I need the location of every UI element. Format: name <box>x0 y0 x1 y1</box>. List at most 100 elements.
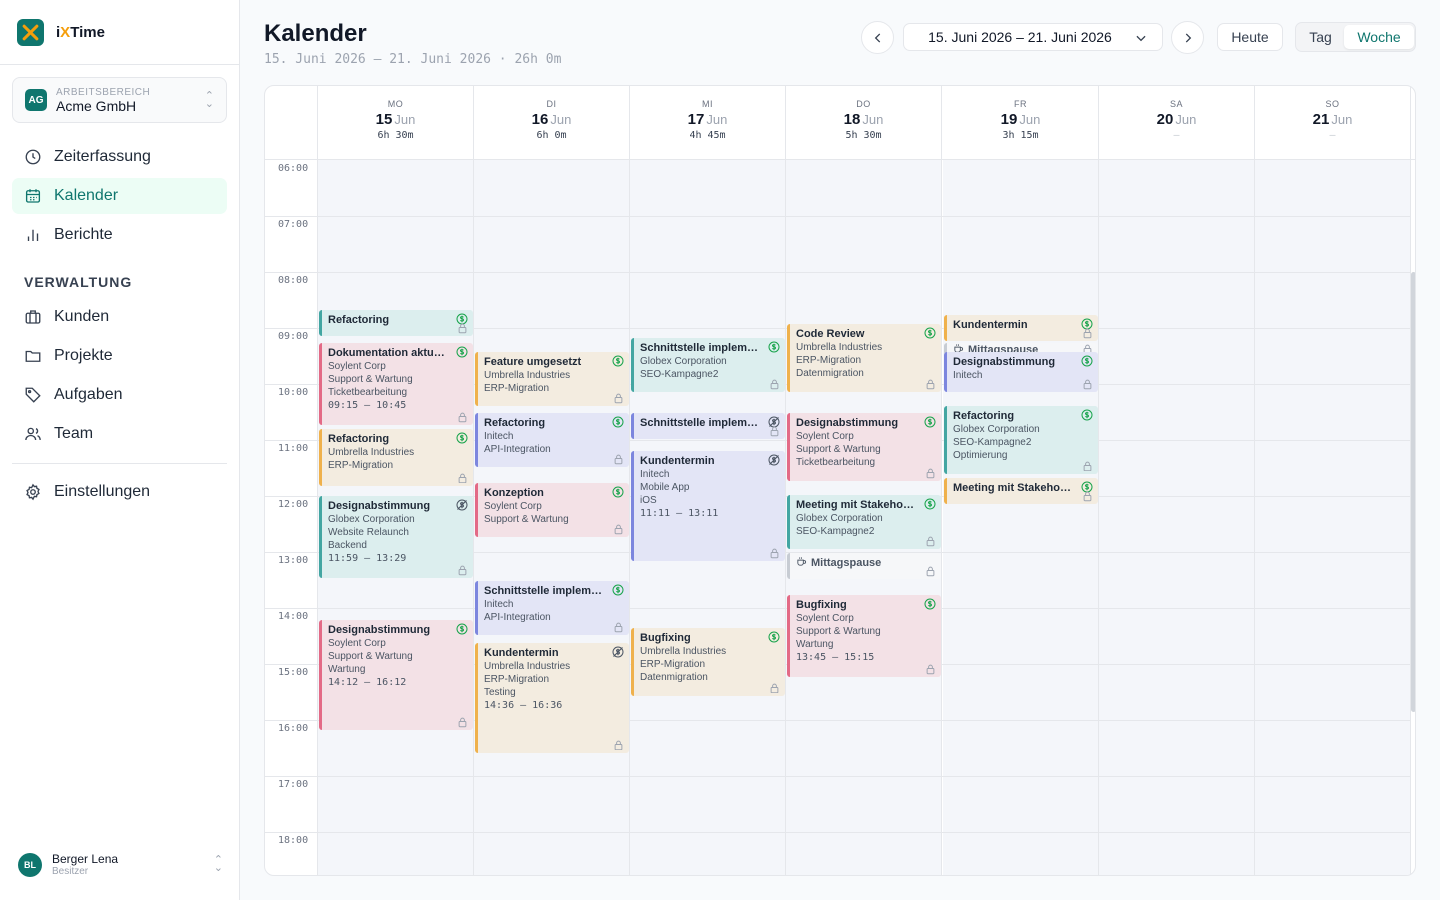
calendar-event[interactable]: Schnittstelle implementieren Initech API-I… <box>475 581 629 635</box>
day-number: 17 Jun <box>630 111 785 128</box>
calendar-event[interactable]: Konzeption Soylent Corp Support & Wartung <box>475 483 629 537</box>
event-detail: Datenmigration <box>640 671 708 683</box>
nav-team[interactable]: Team <box>12 416 227 452</box>
calendar-event[interactable]: Kundentermin Umbrella Industries ERP-Migra… <box>475 642 629 753</box>
clock-icon <box>25 149 41 165</box>
nav-label: Team <box>54 425 94 442</box>
calendar-event[interactable]: Bugfixing Umbrella Industries ERP-Migratio… <box>631 627 785 696</box>
event-title: Refactoring <box>484 417 546 429</box>
hour-line <box>265 272 1411 273</box>
day-header[interactable]: SA 20 Jun – <box>1099 86 1255 159</box>
calendar-event[interactable]: Refactoring Globex Corporation SEO-Kampagn… <box>944 405 1098 474</box>
calendar-event[interactable]: Meeting mit Stakeholdern Globex Corporati… <box>787 495 941 550</box>
event-title: Schnittstelle implementieren <box>484 585 605 597</box>
billable-icon <box>924 498 936 510</box>
lock-icon <box>1083 461 1092 471</box>
nav-label: Aufgaben <box>54 386 123 403</box>
hour-label: 12:00 <box>278 499 309 510</box>
calendar-event[interactable]: Designabstimmung Soylent Corp Support & Wa… <box>319 620 473 731</box>
today-button[interactable]: Heute <box>1217 23 1283 51</box>
calendar-event[interactable]: Refactoring <box>319 310 473 337</box>
day-of-week: MI <box>702 99 713 109</box>
event-detail: iOS <box>640 495 657 507</box>
calendar-event[interactable]: Refactoring Initech API-Integration <box>475 413 629 467</box>
event-detail: Support & Wartung <box>796 626 881 637</box>
calendar-event[interactable]: Dokumentation aktualisieren Soylent Corp S… <box>319 343 473 425</box>
next-week-button[interactable] <box>1171 21 1204 54</box>
billable-icon <box>612 416 624 428</box>
hour-label: 10:00 <box>278 387 309 398</box>
event-detail: Soylent Corp <box>796 613 854 624</box>
day-month: Jun <box>394 112 416 127</box>
hour-label: 07:00 <box>278 219 309 230</box>
calendar-event[interactable]: Mittagspause <box>787 553 941 579</box>
user-role: Besitzer <box>52 866 89 877</box>
billable-icon <box>1081 355 1093 367</box>
nav-berichte[interactable]: Berichte <box>12 217 227 253</box>
nav-projekte[interactable]: Projekte <box>12 338 227 374</box>
event-title: Refactoring <box>328 432 390 445</box>
sidebar: iXTime AG ARBEITSBEREICH Acme GmbH ⌃ ⌄ Ze… <box>0 0 240 900</box>
scrollbar[interactable] <box>1411 272 1415 712</box>
calendar-event[interactable]: Designabstimmung Soylent Corp Support & Wa… <box>787 413 941 481</box>
event-title: Bugfixing <box>796 599 847 611</box>
event-title: Schnittstelle implementieren <box>640 417 761 429</box>
calendar-event[interactable]: Code Review Umbrella Industries ERP-Migrat… <box>787 324 941 393</box>
nav-kunden[interactable]: Kunden <box>12 299 227 335</box>
brand[interactable]: iXTime <box>0 0 239 65</box>
lock-icon <box>458 412 467 423</box>
view-day-tab[interactable]: Tag <box>1300 25 1341 49</box>
calendar-event[interactable]: Kundentermin <box>944 315 1098 341</box>
event-detail: Support & Wartung <box>328 374 413 385</box>
day-column[interactable] <box>1255 160 1411 875</box>
hour-label: 17:00 <box>278 779 309 790</box>
day-total: 6h 30m <box>377 130 414 141</box>
day-column[interactable] <box>943 160 1099 875</box>
nav-aufgaben[interactable]: Aufgaben <box>12 377 227 413</box>
day-header[interactable]: DO 18 Jun 5h 30m <box>786 86 942 159</box>
day-date: 17 <box>687 111 705 128</box>
date-range-picker[interactable]: 15. Juni 2026 – 21. Juni 2026 <box>903 23 1163 51</box>
nav-label: Projekte <box>54 347 113 364</box>
nav-kalender[interactable]: Kalender <box>12 178 227 214</box>
hour-line <box>265 776 1411 777</box>
calendar-event[interactable]: Schnittstelle implementierenGlobex Corpo… <box>631 338 785 393</box>
event-detail: ERP-Migration <box>484 673 550 685</box>
day-column[interactable] <box>1099 160 1255 875</box>
billable-icon <box>456 623 468 635</box>
calendar-event[interactable]: Kundentermin Initech Mobile App iOS 11:11 – … <box>631 451 785 562</box>
calendar-event[interactable]: Meeting mit Stakeholdern <box>944 478 1098 505</box>
event-detail: Wartung <box>796 639 834 650</box>
event-title: Meeting mit Stakeholdern <box>796 499 917 512</box>
calendar-event[interactable]: Refactoring Umbrella Industries ERP-Migrat… <box>319 428 473 486</box>
day-header[interactable]: FR 19 Jun 3h 15m <box>943 86 1099 159</box>
billable-icon <box>924 416 936 428</box>
day-month: Jun <box>1331 112 1353 127</box>
section-heading-verwaltung: VERWALTUNG <box>24 274 133 290</box>
user-menu[interactable]: BL Berger Lena Besitzer ⌃ ⌄ <box>18 852 223 877</box>
billable-icon <box>768 631 780 643</box>
date-range-label: 15. Juni 2026 – 21. Juni 2026 <box>928 29 1112 45</box>
hour-line <box>265 216 1411 217</box>
view-switcher: Tag Woche <box>1295 22 1416 52</box>
calendar-event[interactable]: Designabstimmung Globex Corporation Websit… <box>319 496 473 579</box>
event-title: Designabstimmung <box>796 417 899 429</box>
day-header[interactable]: DI 16 Jun 6h 0m <box>474 86 630 159</box>
day-of-week: SO <box>1325 99 1340 109</box>
calendar-event[interactable]: Bugfixing Soylent Corp Support & Wartung Wa… <box>787 595 941 677</box>
day-header[interactable]: MO 15 Jun 6h 30m <box>318 86 474 159</box>
view-week-tab[interactable]: Woche <box>1344 25 1414 49</box>
day-header[interactable]: MI 17 Jun 4h 45m <box>630 86 786 159</box>
calendar-event[interactable]: Feature umgesetzt Umbrella Industries ERP-… <box>475 352 629 407</box>
event-detail: Datenmigration <box>796 368 864 380</box>
calendar-event[interactable]: Schnittstelle implementieren <box>631 413 785 439</box>
workspace-switcher[interactable]: AG ARBEITSBEREICH Acme GmbH ⌃ ⌄ <box>12 77 227 123</box>
calendar-event[interactable]: Designabstimmung Initech <box>944 352 1098 393</box>
day-header[interactable]: SO 21 Jun – <box>1255 86 1411 159</box>
event-title: Bugfixing <box>640 631 691 644</box>
event-title: Mittagspause <box>796 556 917 570</box>
nav-zeiterfassung[interactable]: Zeiterfassung <box>12 139 227 175</box>
lock-icon <box>770 426 779 437</box>
prev-week-button[interactable] <box>861 21 894 54</box>
nav-einstellungen[interactable]: Einstellungen <box>12 474 227 510</box>
